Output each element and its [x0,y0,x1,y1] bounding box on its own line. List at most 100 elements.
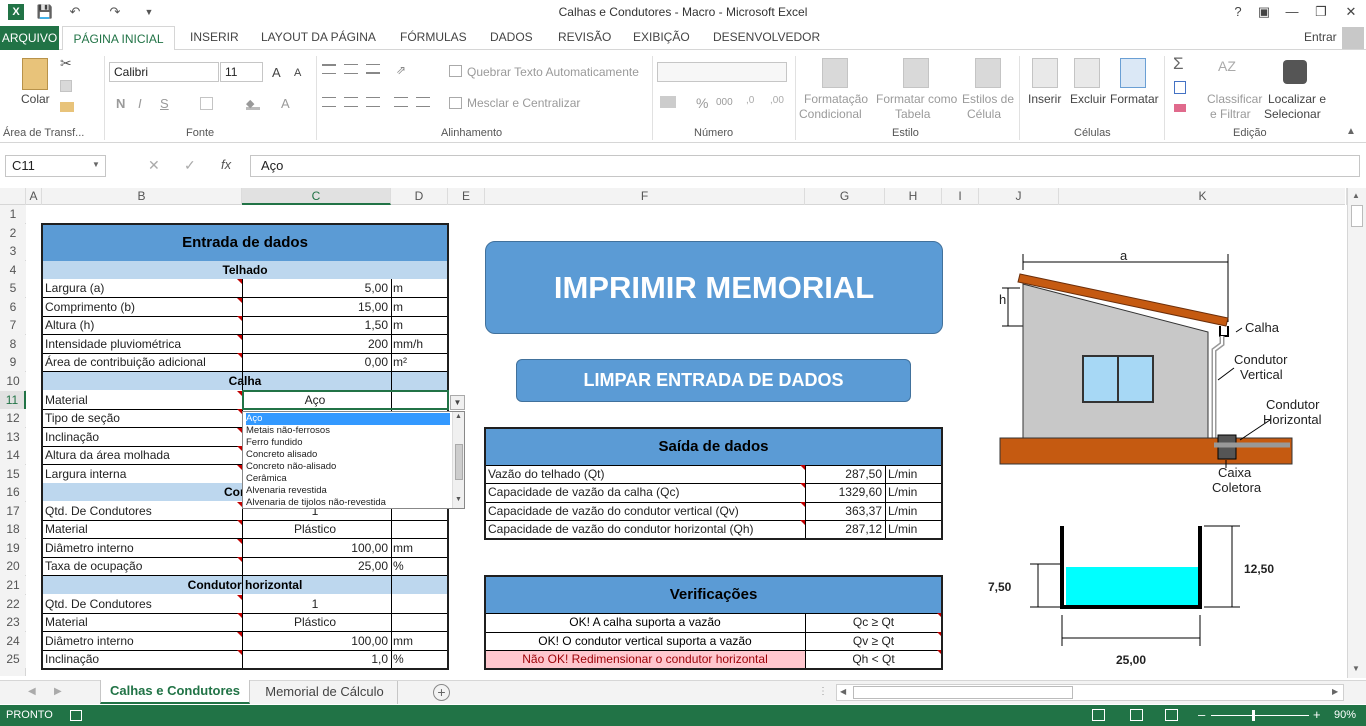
row-header[interactable]: 14 [0,446,26,465]
cut-icon[interactable]: ✂ [60,55,72,72]
formula-input[interactable]: Aço [250,155,1360,177]
undo-icon[interactable]: ↶ [66,3,84,21]
number-format-select[interactable] [657,62,787,82]
align-bottom-icon[interactable] [366,64,380,74]
dropdown-item[interactable]: Ferro fundido [246,437,450,449]
scroll-right-icon[interactable]: ▶ [1332,687,1338,696]
zoom-level[interactable]: 90% [1334,709,1356,721]
row-header[interactable]: 7 [0,316,26,335]
sort-filter-icon[interactable]: AZ [1218,58,1236,74]
increase-indent-icon[interactable] [416,97,430,107]
new-sheet-icon[interactable]: + [433,684,450,701]
dropdown-item[interactable]: Aço [246,413,450,425]
format-cells-icon[interactable] [1120,58,1146,88]
scroll-left-icon[interactable]: ◀ [840,687,846,696]
material-dropdown-list[interactable]: Aço Metais não-ferrosos Ferro fundido Concr… [242,411,465,509]
page-break-view-icon[interactable] [1165,709,1178,721]
row-header[interactable]: 6 [0,297,26,316]
zoom-slider[interactable] [1211,715,1309,716]
increase-decimal-icon[interactable]: ,0 [746,95,754,106]
close-button[interactable]: ✕ [1340,3,1362,21]
row-header[interactable]: 23 [0,613,26,632]
save-icon[interactable]: 💾 [36,3,54,21]
accounting-format-icon[interactable] [660,96,676,108]
row-header[interactable]: 10 [0,371,26,390]
merge-center-button[interactable]: Mesclar e Centralizar [467,96,580,110]
orientation-icon[interactable]: ⇗ [396,63,406,77]
col-header-e[interactable]: E [448,188,485,205]
active-cell[interactable] [242,389,449,410]
decrease-decimal-icon[interactable]: ,00 [770,95,784,106]
col-header-h[interactable]: H [885,188,942,205]
row-header[interactable]: 25 [0,650,26,669]
row-header[interactable]: 13 [0,427,26,446]
scroll-down-icon[interactable]: ▼ [455,496,462,503]
sheet-tab-active[interactable]: Calhas e Condutores [100,680,250,704]
row-header[interactable]: 12 [0,409,26,428]
row-header[interactable]: 4 [0,260,26,279]
vertical-scrollbar[interactable]: ▲ ▼ [1347,188,1366,678]
page-layout-view-icon[interactable] [1130,709,1143,721]
copy-icon[interactable] [60,80,72,92]
align-center-icon[interactable] [344,97,358,107]
cell-dropdown-button[interactable]: ▼ [450,395,465,410]
dropdown-item[interactable]: Alvenaria de tijolos não-revestida [246,497,450,509]
row-header[interactable]: 18 [0,520,26,539]
wrap-text-button[interactable]: Quebrar Texto Automaticamente [467,65,639,79]
cell-styles-icon[interactable] [975,58,1001,88]
tab-formulas[interactable]: FÓRMULAS [400,30,467,44]
fill-icon[interactable] [1174,81,1186,94]
user-avatar-icon[interactable] [1342,27,1364,49]
row-header[interactable]: 3 [0,242,26,261]
col-header-g[interactable]: G [805,188,885,205]
clear-input-button[interactable]: LIMPAR ENTRADA DE DADOS [516,359,911,402]
zoom-slider-thumb[interactable] [1252,710,1255,721]
align-left-icon[interactable] [322,97,336,107]
sort-filter-button[interactable]: Classificar [1207,92,1262,106]
col-header-j[interactable]: J [979,188,1059,205]
tab-view[interactable]: EXIBIÇÃO [633,30,690,44]
format-painter-icon[interactable] [60,102,74,112]
align-middle-icon[interactable] [344,64,358,74]
dropdown-scroll-thumb[interactable] [455,444,463,480]
sign-in-link[interactable]: Entrar [1304,30,1337,44]
fill-color-icon[interactable]: ◆ [246,97,260,110]
col-header-k[interactable]: K [1059,188,1347,205]
find-select-icon[interactable] [1283,60,1307,84]
conditional-format-button[interactable]: Formatação [804,92,868,106]
restore-button[interactable]: ❐ [1310,3,1332,21]
dropdown-item[interactable]: Cerâmica [246,473,450,485]
row-header[interactable]: 1 [0,205,26,223]
shrink-font-icon[interactable]: A [294,67,301,79]
macro-record-icon[interactable] [70,710,82,721]
dropdown-item[interactable]: Metais não-ferrosos [246,425,450,437]
row-header[interactable]: 15 [0,464,26,483]
merge-icon[interactable] [449,97,462,109]
row-header[interactable]: 19 [0,538,26,557]
zoom-out-icon[interactable]: – [1198,707,1205,722]
cancel-icon[interactable]: ✕ [148,157,160,174]
col-header-c[interactable]: C [242,188,391,205]
bold-button[interactable]: N [116,96,125,111]
grow-font-icon[interactable]: A [272,65,281,80]
cell-styles-button[interactable]: Estilos de [962,92,1014,106]
normal-view-icon[interactable] [1092,709,1105,721]
zoom-in-icon[interactable]: + [1313,707,1321,722]
redo-icon[interactable]: ↷ [106,3,124,21]
clear-icon[interactable] [1174,104,1186,112]
name-box[interactable]: C11 [5,155,106,177]
dropdown-item[interactable]: Concreto alisado [246,449,450,461]
col-header-f[interactable]: F [485,188,805,205]
align-top-icon[interactable] [322,64,336,74]
row-header[interactable]: 16 [0,483,26,502]
horizontal-scroll-thumb[interactable] [853,686,1073,699]
scroll-down-arrow-icon[interactable]: ▼ [1352,664,1360,673]
row-header[interactable]: 11 [0,390,26,409]
autosum-icon[interactable]: Σ [1173,54,1184,74]
vertical-scroll-thumb[interactable] [1351,205,1363,227]
paste-icon[interactable] [22,58,48,90]
tab-file[interactable]: ARQUIVO [0,26,59,50]
tab-review[interactable]: REVISÃO [558,30,611,44]
paste-button[interactable]: Colar [21,92,50,106]
ribbon-display-icon[interactable]: ▣ [1253,3,1275,21]
